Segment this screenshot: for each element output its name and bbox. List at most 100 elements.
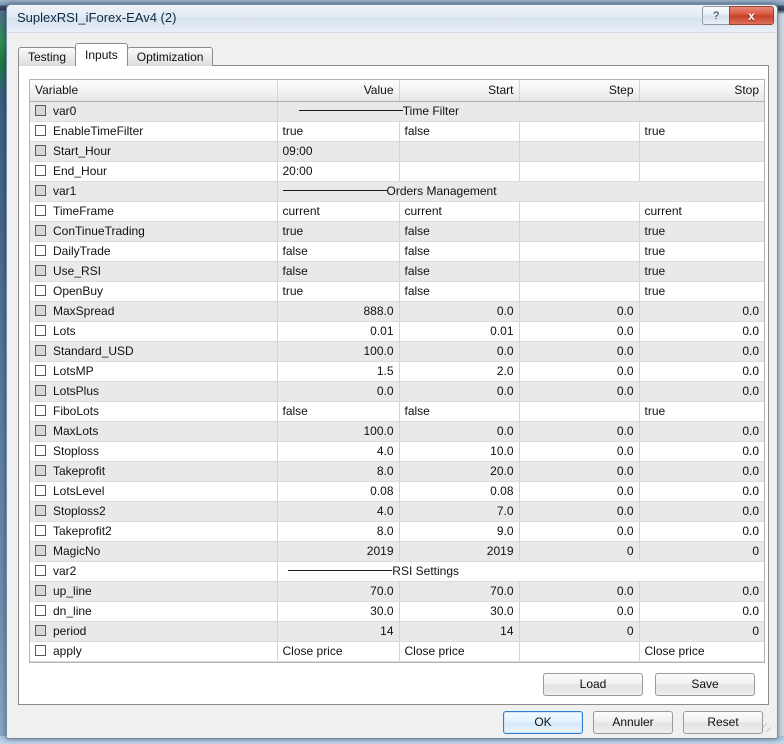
- step-cell[interactable]: [519, 261, 639, 281]
- start-cell[interactable]: 14: [399, 621, 519, 641]
- start-cell[interactable]: 2019: [399, 541, 519, 561]
- stop-cell[interactable]: 0.0: [639, 581, 764, 601]
- checkbox-icon[interactable]: [35, 225, 46, 236]
- table-row[interactable]: Takeprofit8.020.00.00.0: [30, 461, 764, 481]
- step-cell[interactable]: 0: [519, 541, 639, 561]
- checkbox-icon[interactable]: [35, 125, 46, 136]
- start-cell[interactable]: false: [399, 281, 519, 301]
- resize-grip[interactable]: [762, 723, 774, 735]
- value-cell[interactable]: 0.08: [277, 481, 399, 501]
- step-cell[interactable]: 0.0: [519, 581, 639, 601]
- table-row[interactable]: End_Hour20:00: [30, 161, 764, 181]
- stop-cell[interactable]: Close price: [639, 641, 764, 661]
- checkbox-icon[interactable]: [35, 445, 46, 456]
- checkbox-icon[interactable]: [35, 545, 46, 556]
- checkbox-icon[interactable]: [35, 185, 46, 196]
- value-cell[interactable]: true: [277, 281, 399, 301]
- help-button[interactable]: ?: [702, 6, 729, 25]
- checkbox-icon[interactable]: [35, 145, 46, 156]
- stop-cell[interactable]: true: [639, 121, 764, 141]
- table-row[interactable]: LotsMP1.52.00.00.0: [30, 361, 764, 381]
- checkbox-icon[interactable]: [35, 365, 46, 376]
- value-cell[interactable]: 30.0: [277, 601, 399, 621]
- table-row[interactable]: LotsPlus0.00.00.00.0: [30, 381, 764, 401]
- stop-cell[interactable]: current: [639, 201, 764, 221]
- start-cell[interactable]: 0.0: [399, 381, 519, 401]
- column-header-variable[interactable]: Variable: [30, 80, 277, 101]
- table-row[interactable]: applyClose priceClose priceClose price: [30, 641, 764, 661]
- start-cell[interactable]: false: [399, 121, 519, 141]
- step-cell[interactable]: [519, 401, 639, 421]
- stop-cell[interactable]: 0: [639, 621, 764, 641]
- save-button[interactable]: Save: [655, 673, 755, 696]
- start-cell[interactable]: false: [399, 261, 519, 281]
- stop-cell[interactable]: 0.0: [639, 361, 764, 381]
- table-row[interactable]: MaxLots100.00.00.00.0: [30, 421, 764, 441]
- value-cell[interactable]: 20:00: [277, 161, 399, 181]
- step-cell[interactable]: 0.0: [519, 521, 639, 541]
- stop-cell[interactable]: 0.0: [639, 301, 764, 321]
- close-button[interactable]: x: [729, 6, 774, 25]
- tab-testing[interactable]: Testing: [18, 47, 76, 66]
- value-cell[interactable]: 0.0: [277, 381, 399, 401]
- value-cell[interactable]: 14: [277, 621, 399, 641]
- step-cell[interactable]: 0.0: [519, 461, 639, 481]
- value-cell[interactable]: 100.0: [277, 341, 399, 361]
- stop-cell[interactable]: [639, 141, 764, 161]
- step-cell[interactable]: [519, 141, 639, 161]
- checkbox-icon[interactable]: [35, 385, 46, 396]
- step-cell[interactable]: 0.0: [519, 421, 639, 441]
- step-cell[interactable]: 0.0: [519, 481, 639, 501]
- table-row[interactable]: Start_Hour09:00: [30, 141, 764, 161]
- start-cell[interactable]: 30.0: [399, 601, 519, 621]
- start-cell[interactable]: 9.0: [399, 521, 519, 541]
- stop-cell[interactable]: true: [639, 261, 764, 281]
- stop-cell[interactable]: 0.0: [639, 441, 764, 461]
- checkbox-icon[interactable]: [35, 625, 46, 636]
- stop-cell[interactable]: true: [639, 281, 764, 301]
- step-cell[interactable]: [519, 221, 639, 241]
- start-cell[interactable]: false: [399, 221, 519, 241]
- start-cell[interactable]: 0.0: [399, 421, 519, 441]
- start-cell[interactable]: false: [399, 401, 519, 421]
- step-cell[interactable]: [519, 161, 639, 181]
- start-cell[interactable]: 0.0: [399, 301, 519, 321]
- value-cell[interactable]: current: [277, 201, 399, 221]
- cancel-button[interactable]: Annuler: [593, 711, 673, 734]
- stop-cell[interactable]: [639, 161, 764, 181]
- tab-inputs[interactable]: Inputs: [75, 43, 128, 66]
- checkbox-icon[interactable]: [35, 305, 46, 316]
- stop-cell[interactable]: 0.0: [639, 521, 764, 541]
- start-cell[interactable]: [399, 141, 519, 161]
- stop-cell[interactable]: 0.0: [639, 481, 764, 501]
- checkbox-icon[interactable]: [35, 645, 46, 656]
- checkbox-icon[interactable]: [35, 405, 46, 416]
- value-cell[interactable]: 70.0: [277, 581, 399, 601]
- value-cell[interactable]: true: [277, 221, 399, 241]
- table-row[interactable]: period141400: [30, 621, 764, 641]
- value-cell[interactable]: 888.0: [277, 301, 399, 321]
- start-cell[interactable]: 0.01: [399, 321, 519, 341]
- checkbox-icon[interactable]: [35, 505, 46, 516]
- value-cell[interactable]: 1.5: [277, 361, 399, 381]
- value-cell[interactable]: false: [277, 241, 399, 261]
- checkbox-icon[interactable]: [35, 285, 46, 296]
- start-cell[interactable]: [399, 161, 519, 181]
- checkbox-icon[interactable]: [35, 465, 46, 476]
- table-row[interactable]: Takeprofit28.09.00.00.0: [30, 521, 764, 541]
- stop-cell[interactable]: 0.0: [639, 381, 764, 401]
- value-cell[interactable]: Close price: [277, 641, 399, 661]
- checkbox-icon[interactable]: [35, 325, 46, 336]
- ok-button[interactable]: OK: [503, 711, 583, 734]
- step-cell[interactable]: 0.0: [519, 601, 639, 621]
- step-cell[interactable]: [519, 121, 639, 141]
- value-cell[interactable]: 0.01: [277, 321, 399, 341]
- checkbox-icon[interactable]: [35, 425, 46, 436]
- checkbox-icon[interactable]: [35, 245, 46, 256]
- column-header-value[interactable]: Value: [277, 80, 399, 101]
- table-row[interactable]: Use_RSIfalsefalsetrue: [30, 261, 764, 281]
- step-cell[interactable]: 0.0: [519, 381, 639, 401]
- start-cell[interactable]: 20.0: [399, 461, 519, 481]
- table-row[interactable]: LotsLevel0.080.080.00.0: [30, 481, 764, 501]
- step-cell[interactable]: 0.0: [519, 321, 639, 341]
